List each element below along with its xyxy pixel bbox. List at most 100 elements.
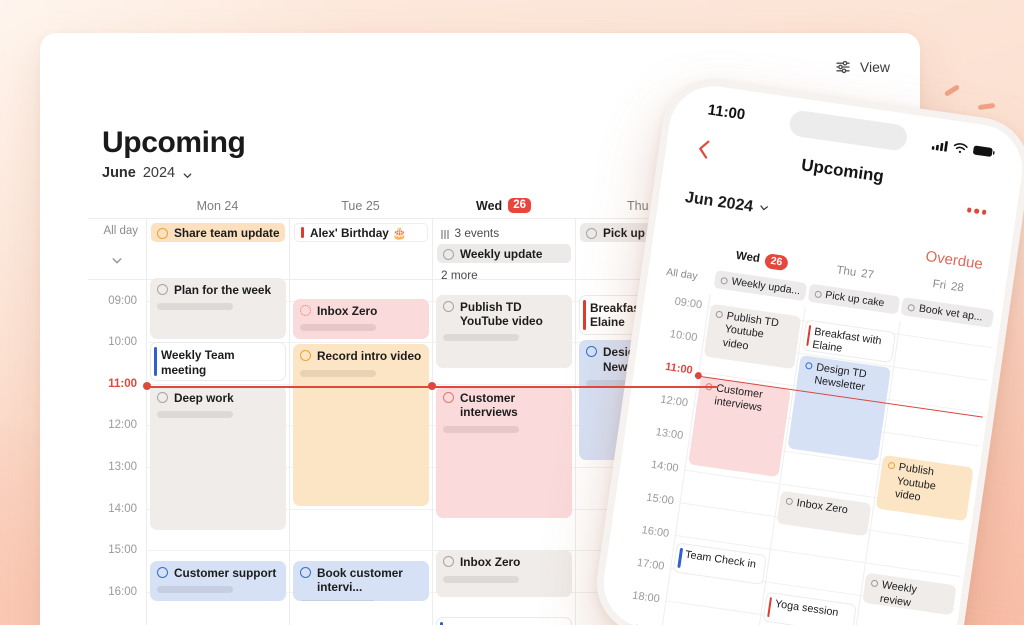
phone-calendar-event[interactable]: Team Check in <box>672 542 767 585</box>
phone-day-header-thu[interactable]: Thu 27 <box>808 259 903 287</box>
view-button-label: View <box>859 59 890 75</box>
event-title: Inbox Zero <box>460 555 521 570</box>
chevron-down-icon <box>182 169 193 180</box>
calendar-event[interactable]: Plan for the week <box>150 277 286 340</box>
event-checkbox[interactable] <box>157 566 168 578</box>
day-column-0[interactable]: Plan for the week Weekly Team meeting Deep… <box>146 277 289 625</box>
event-checkbox[interactable] <box>887 462 896 470</box>
event-checkbox[interactable] <box>586 346 597 358</box>
phone-overdue-link[interactable]: Overdue <box>924 248 983 273</box>
phone-calendar-event[interactable]: Customer interviews <box>688 375 791 478</box>
all-day-event[interactable]: 2 more <box>437 265 571 280</box>
time-label-1100: 11:00 <box>108 377 137 390</box>
chevron-down-icon <box>758 200 771 219</box>
event-checkbox[interactable] <box>300 566 311 578</box>
phone-day-header-wed[interactable]: Wed 26 <box>714 246 809 274</box>
phone-event-title: Inbox Zero <box>795 496 849 517</box>
event-checkbox[interactable] <box>813 289 822 298</box>
event-checkbox[interactable] <box>715 310 724 319</box>
phone-month-label: Jun 2024 <box>683 189 755 216</box>
phone-calendar-event[interactable]: Yoga session <box>762 591 857 625</box>
event-checkbox[interactable] <box>300 304 311 316</box>
event-checkbox[interactable] <box>157 391 168 403</box>
all-day-event[interactable]: 3 events <box>437 223 571 242</box>
phone-time-label-1200: 12:00 <box>659 393 689 410</box>
event-checkbox[interactable] <box>443 248 454 260</box>
event-checkbox[interactable] <box>443 300 454 312</box>
event-checkbox[interactable] <box>720 276 729 285</box>
phone-event-title: Weekly review <box>879 579 918 609</box>
day-header-mon[interactable]: Mon 24 <box>146 193 289 218</box>
event-checkbox[interactable] <box>804 361 813 370</box>
phone-calendar-event[interactable]: Publish TD Youtube video <box>703 303 802 370</box>
all-day-column-2: 3 events Weekly update 2 more <box>432 219 575 279</box>
more-options-icon[interactable] <box>966 207 987 215</box>
calendar-event[interactable]: Record intro video <box>293 344 429 506</box>
calendar-event[interactable]: Team Check in <box>436 616 572 625</box>
all-day-event[interactable]: Alex' Birthday 🎂 <box>294 223 428 242</box>
day-column-1[interactable]: Inbox Zero Record intro video Book custome… <box>289 280 432 625</box>
calendar-event[interactable]: Customer interviews <box>436 385 572 518</box>
calendar-event[interactable]: Customer support <box>150 560 286 602</box>
all-day-event[interactable]: Share team update <box>151 223 285 242</box>
cellular-icon <box>931 137 949 157</box>
calendar-event[interactable]: Inbox Zero <box>436 550 572 597</box>
event-detail-placeholder <box>157 303 233 311</box>
event-checkbox[interactable] <box>443 391 454 403</box>
day-header-label: Mon 24 <box>196 198 239 213</box>
event-checkbox[interactable] <box>870 579 879 588</box>
calendar-event[interactable]: Deep work <box>150 385 286 531</box>
current-time-dot <box>143 381 151 390</box>
calendar-event[interactable]: Book customer intervi... <box>293 560 429 602</box>
phone-calendar-event[interactable]: Design TD Newsletter <box>787 354 891 462</box>
all-day-event-title: Weekly update <box>460 246 543 261</box>
time-label-1200: 12:00 <box>108 419 137 432</box>
phone-time-label-1000: 10:00 <box>669 328 699 345</box>
all-day-event-title: 2 more <box>441 267 478 280</box>
all-day-column-0: Share team update <box>146 219 289 279</box>
all-day-expand-button[interactable] <box>111 254 124 270</box>
phone-time-label-1500: 15:00 <box>645 491 675 508</box>
phone-event-title: Design TD Newsletter <box>813 361 868 394</box>
month-selector[interactable]: June 2024 <box>102 165 193 181</box>
event-detail-placeholder <box>443 575 519 583</box>
phone-day-columns: Publish TD Youtube video Customer intervi… <box>661 293 995 625</box>
time-label-1600: 16:00 <box>108 585 137 598</box>
phone-gutter-spacer <box>669 239 717 260</box>
event-checkbox[interactable] <box>907 303 916 312</box>
time-gutter: 09:00 10:00 11:00 12:00 13:00 14:00 15:00 16:00… <box>88 280 146 625</box>
day-header-tue[interactable]: Tue 25 <box>289 193 432 218</box>
event-detail-placeholder <box>300 369 376 377</box>
event-title: Customer interviews <box>460 390 518 420</box>
calendar-event[interactable]: Inbox Zero <box>293 298 429 340</box>
calendar-event[interactable]: Weekly Team meeting <box>150 342 286 381</box>
event-title: Publish TD YouTube video <box>460 299 543 328</box>
phone-calendar-event[interactable]: Weekly review <box>862 572 957 616</box>
event-checkbox[interactable] <box>157 283 168 295</box>
view-button[interactable]: View <box>829 55 896 79</box>
phone-all-day-event-title: Pick up cake <box>824 288 886 310</box>
event-checkbox[interactable] <box>586 227 597 239</box>
event-detail-placeholder <box>157 585 233 593</box>
calendar-event[interactable]: Publish TD YouTube video <box>436 294 572 369</box>
phone-day-header-fri[interactable]: Fri 28 <box>901 273 996 301</box>
event-detail-placeholder <box>157 411 233 419</box>
sliders-icon <box>835 59 851 75</box>
day-header-wed[interactable]: Wed 26 <box>432 193 575 218</box>
event-detail-placeholder <box>300 324 376 332</box>
phone-month-selector[interactable]: Jun 2024 <box>684 189 771 219</box>
phone-all-day-label: All day <box>665 266 699 283</box>
day-column-2[interactable]: Publish TD YouTube video Customer intervi… <box>432 280 575 625</box>
event-checkbox[interactable] <box>443 556 454 568</box>
event-checkbox[interactable] <box>785 497 794 506</box>
time-label-1400: 14:00 <box>108 502 137 515</box>
event-detail-placeholder <box>443 425 519 433</box>
phone-time-label-1100: 11:00 <box>664 361 694 377</box>
phone-calendar-event[interactable]: Inbox Zero <box>776 490 872 537</box>
all-day-event[interactable]: Weekly update <box>437 244 571 263</box>
phone-event-title: Yoga session <box>774 598 840 620</box>
event-checkbox[interactable] <box>300 350 311 362</box>
phone-event-title: Team Check in <box>684 548 757 571</box>
event-checkbox[interactable] <box>157 227 168 239</box>
phone-calendar-event[interactable]: Publish Youtube video <box>875 455 974 521</box>
